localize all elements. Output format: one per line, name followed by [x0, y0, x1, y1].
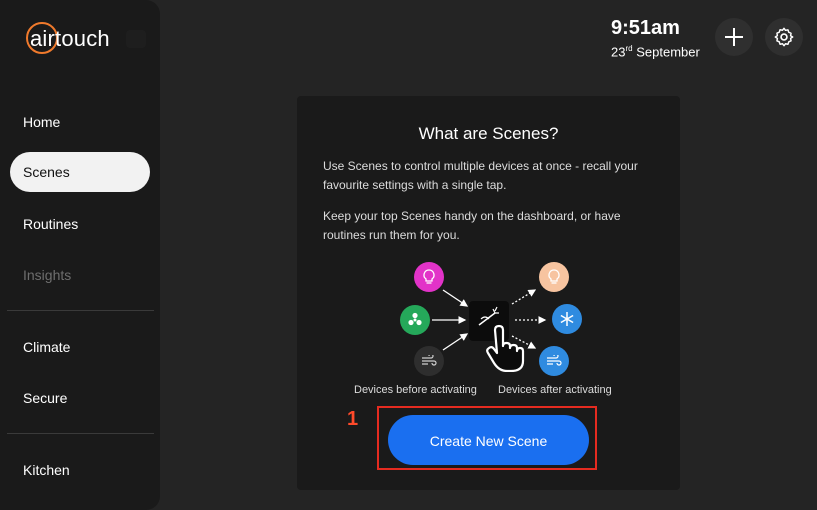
caption-after: Devices after activating	[498, 384, 612, 396]
wind-icon	[539, 346, 569, 376]
sidebar-item-scenes[interactable]: Scenes	[10, 152, 150, 192]
wind-icon	[414, 346, 444, 376]
sidebar-item-home[interactable]: Home	[10, 102, 150, 142]
collapse-sidebar-icon[interactable]	[126, 30, 146, 48]
sidebar-item-secure[interactable]: Secure	[10, 378, 150, 418]
fan-icon	[400, 305, 430, 335]
settings-button[interactable]	[765, 18, 803, 56]
sidebar-item-insights[interactable]: Insights	[10, 255, 150, 295]
logo-text: airtouch	[30, 26, 110, 51]
clock-date: 23rd September	[611, 44, 700, 59]
date-day: 23	[611, 44, 626, 60]
plus-icon	[725, 28, 743, 46]
add-button[interactable]	[715, 18, 753, 56]
sidebar-item-kitchen[interactable]: Kitchen	[10, 450, 150, 490]
sidebar-item-routines[interactable]: Routines	[10, 204, 150, 244]
date-month: September	[636, 44, 700, 60]
airtouch-logo: airtouch	[26, 22, 126, 58]
lightbulb-icon	[539, 262, 569, 292]
lightbulb-icon	[414, 262, 444, 292]
sidebar-divider	[7, 433, 154, 434]
tap-hand-icon	[486, 324, 525, 372]
sidebar-item-climate[interactable]: Climate	[10, 327, 150, 367]
caption-before: Devices before activating	[354, 384, 477, 396]
sidebar-divider	[7, 310, 154, 311]
annotation-highlight-box	[377, 406, 597, 470]
sidebar: airtouch Home Scenes Routines Insights C…	[0, 0, 160, 510]
clock-time: 9:51am	[611, 17, 680, 39]
gear-icon	[774, 27, 794, 47]
annotation-marker: 1	[347, 408, 359, 430]
date-suffix: rd	[625, 44, 633, 53]
snowflake-icon	[552, 304, 582, 334]
